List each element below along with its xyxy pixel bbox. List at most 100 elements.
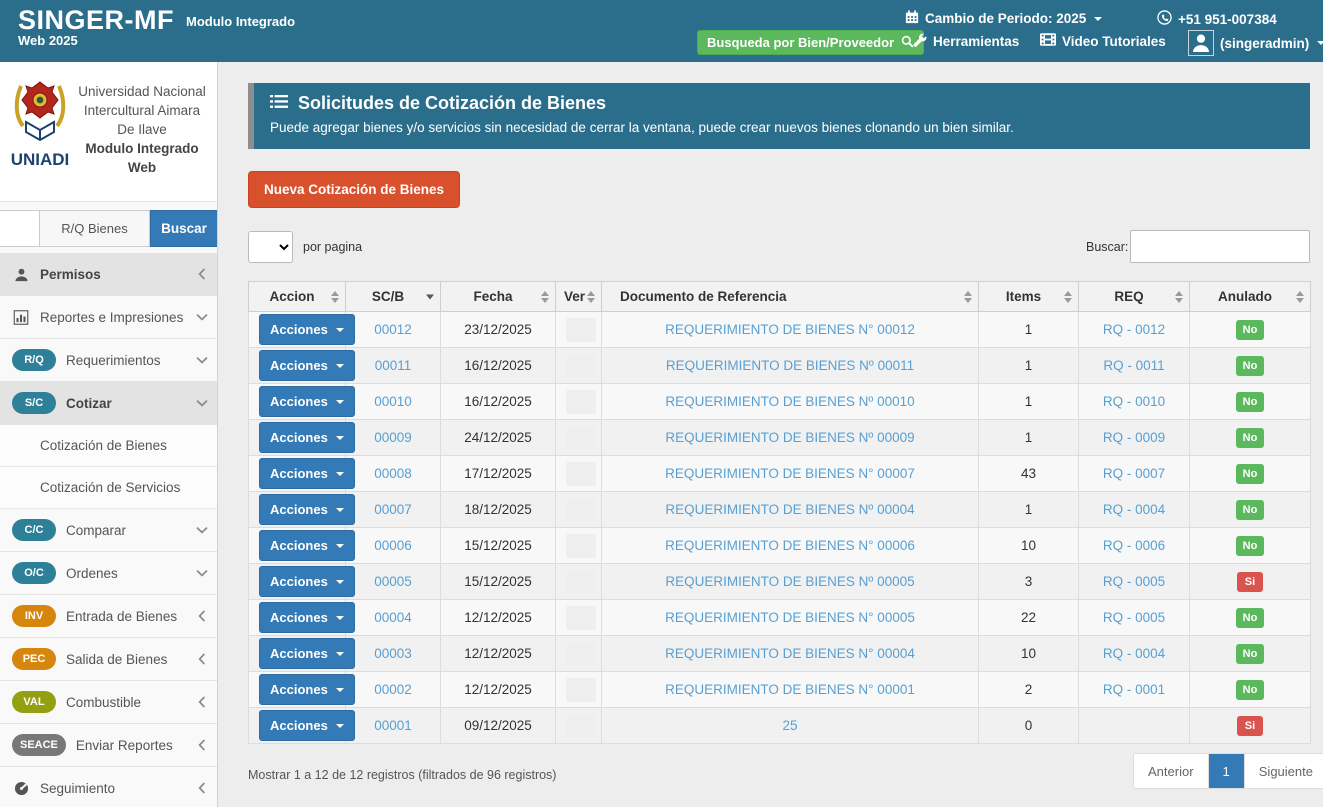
sidebar-subitem-cotizaci-n-de-bienes[interactable]: Cotización de Bienes (0, 425, 218, 467)
req-link[interactable]: RQ - 0011 (1103, 358, 1164, 373)
view-eye-button[interactable] (566, 534, 596, 558)
req-link[interactable]: RQ - 0012 (1103, 322, 1165, 337)
view-eye-button[interactable] (566, 426, 596, 450)
search-category-select[interactable]: R/Q Bienes (40, 210, 150, 247)
acciones-dropdown-button[interactable]: Acciones (259, 422, 355, 453)
scb-link[interactable]: 00004 (374, 610, 412, 625)
view-eye-button[interactable] (566, 570, 596, 594)
acciones-label: Acciones (270, 502, 328, 517)
video-tutoriales-menu[interactable]: Video Tutoriales (1040, 33, 1166, 49)
acciones-dropdown-button[interactable]: Acciones (259, 566, 355, 597)
view-eye-button[interactable] (566, 354, 596, 378)
sidebar-item-salida-de-bienes[interactable]: PEC Salida de Bienes (0, 638, 218, 681)
scb-link[interactable]: 00012 (374, 322, 412, 337)
scb-link[interactable]: 00007 (374, 502, 412, 517)
documento-link[interactable]: REQUERIMIENTO DE BIENES N° 00006 (665, 538, 915, 553)
scb-link[interactable]: 00003 (374, 646, 412, 661)
documento-link[interactable]: REQUERIMIENTO DE BIENES Nº 00010 (665, 394, 914, 409)
req-link[interactable]: RQ - 0004 (1103, 646, 1165, 661)
req-link[interactable]: RQ - 0009 (1103, 430, 1165, 445)
view-eye-button[interactable] (566, 390, 596, 414)
column-header-fecha[interactable]: Fecha (441, 282, 556, 312)
table-row: Acciones 00010 16/12/2025 REQUERIMIENTO … (249, 384, 1311, 420)
documento-link[interactable]: REQUERIMIENTO DE BIENES Nº 00005 (665, 574, 914, 589)
view-eye-button[interactable] (566, 462, 596, 486)
per-page-select[interactable] (248, 231, 293, 263)
phone-contact[interactable]: +51 951-007384 (1157, 10, 1277, 28)
sidebar-item-reportes-e-impresiones[interactable]: Reportes e Impresiones (0, 296, 218, 339)
documento-link[interactable]: REQUERIMIENTO DE BIENES N° 00007 (665, 466, 915, 481)
column-header-anulado[interactable]: Anulado (1190, 282, 1311, 312)
sidebar-item-permisos[interactable]: Permisos (0, 253, 218, 296)
req-link[interactable]: RQ - 0005 (1103, 574, 1165, 589)
scb-link[interactable]: 00001 (374, 718, 412, 733)
req-link[interactable]: RQ - 0006 (1103, 538, 1165, 553)
sidebar-item-seguimiento[interactable]: Seguimiento (0, 767, 218, 807)
sidebar-item-combustible[interactable]: VAL Combustible (0, 681, 218, 724)
scb-link[interactable]: 00010 (374, 394, 412, 409)
scb-link[interactable]: 00006 (374, 538, 412, 553)
view-eye-button[interactable] (566, 714, 596, 738)
req-link[interactable]: RQ - 0007 (1103, 466, 1165, 481)
column-header-accion[interactable]: Accion (249, 282, 346, 312)
user-menu[interactable]: (singeradmin) (1188, 30, 1323, 56)
column-header-sc-b[interactable]: SC/B (346, 282, 441, 312)
documento-link[interactable]: REQUERIMIENTO DE BIENES N° 00001 (665, 682, 915, 697)
req-link[interactable]: RQ - 0001 (1103, 682, 1165, 697)
acciones-dropdown-button[interactable]: Acciones (259, 602, 355, 633)
acciones-dropdown-button[interactable]: Acciones (259, 530, 355, 561)
documento-link[interactable]: REQUERIMIENTO DE BIENES Nº 00009 (665, 430, 914, 445)
pagination-next-button[interactable]: Siguiente (1244, 754, 1323, 788)
req-link[interactable]: RQ - 0010 (1103, 394, 1165, 409)
brand-logo[interactable]: SINGER-MF Web 2025 (18, 5, 174, 48)
acciones-dropdown-button[interactable]: Acciones (259, 350, 355, 381)
view-eye-button[interactable] (566, 498, 596, 522)
sidebar-item-enviar-reportes[interactable]: SEACE Enviar Reportes (0, 724, 218, 767)
scb-link[interactable]: 00011 (375, 358, 412, 373)
req-link[interactable]: RQ - 0005 (1103, 610, 1165, 625)
nueva-cotizacion-button[interactable]: Nueva Cotización de Bienes (248, 171, 460, 208)
column-header-ver[interactable]: Ver (556, 282, 602, 312)
acciones-dropdown-button[interactable]: Acciones (259, 638, 355, 669)
period-selector[interactable]: Cambio de Periodo: 2025 (905, 10, 1102, 27)
column-header-documento-de-referencia[interactable]: Documento de Referencia (602, 282, 979, 312)
acciones-dropdown-button[interactable]: Acciones (259, 458, 355, 489)
sidebar-item-requerimientos[interactable]: R/Q Requerimientos (0, 339, 218, 382)
acciones-dropdown-button[interactable]: Acciones (259, 494, 355, 525)
documento-link[interactable]: 25 (782, 718, 797, 733)
documento-link[interactable]: REQUERIMIENTO DE BIENES N° 00012 (665, 322, 915, 337)
documento-link[interactable]: REQUERIMIENTO DE BIENES N° 00004 (665, 646, 915, 661)
column-header-items[interactable]: Items (979, 282, 1079, 312)
view-eye-button[interactable] (566, 642, 596, 666)
acciones-dropdown-button[interactable]: Acciones (259, 386, 355, 417)
view-eye-button[interactable] (566, 678, 596, 702)
buscar-button[interactable]: Buscar (150, 210, 218, 247)
sidebar-search-input[interactable] (0, 210, 40, 247)
sidebar-item-entrada-de-bienes[interactable]: INV Entrada de Bienes (0, 595, 218, 638)
sidebar-subitem-cotizaci-n-de-servicios[interactable]: Cotización de Servicios (0, 467, 218, 509)
scb-link[interactable]: 00008 (374, 466, 412, 481)
sidebar-item-comparar[interactable]: C/C Comparar (0, 509, 218, 552)
scb-link[interactable]: 00009 (374, 430, 412, 445)
table-search-input[interactable] (1130, 230, 1310, 263)
acciones-dropdown-button[interactable]: Acciones (259, 710, 355, 741)
req-link[interactable]: RQ - 0004 (1103, 502, 1165, 517)
column-header-req[interactable]: REQ (1079, 282, 1190, 312)
table-row: Acciones 00002 12/12/2025 REQUERIMIENTO … (249, 672, 1311, 708)
acciones-dropdown-button[interactable]: Acciones (259, 674, 355, 705)
pagination-page-1-button[interactable]: 1 (1208, 754, 1244, 788)
documento-link[interactable]: REQUERIMIENTO DE BIENES N° 00005 (665, 610, 915, 625)
herramientas-menu[interactable]: Herramientas (913, 33, 1019, 50)
scb-link[interactable]: 00002 (374, 682, 412, 697)
sidebar-item-cotizar[interactable]: S/C Cotizar (0, 382, 218, 425)
table-row: Acciones 00006 15/12/2025 REQUERIMIENTO … (249, 528, 1311, 564)
busqueda-bien-proveedor-button[interactable]: Busqueda por Bien/Proveedor (697, 30, 924, 55)
scb-link[interactable]: 00005 (374, 574, 412, 589)
pagination-prev-button[interactable]: Anterior (1134, 754, 1208, 788)
view-eye-button[interactable] (566, 318, 596, 342)
documento-link[interactable]: REQUERIMIENTO DE BIENES Nº 00004 (665, 502, 914, 517)
documento-link[interactable]: REQUERIMIENTO DE BIENES Nº 00011 (666, 358, 914, 373)
sidebar-item-ordenes[interactable]: O/C Ordenes (0, 552, 218, 595)
acciones-dropdown-button[interactable]: Acciones (259, 314, 355, 345)
view-eye-button[interactable] (566, 606, 596, 630)
